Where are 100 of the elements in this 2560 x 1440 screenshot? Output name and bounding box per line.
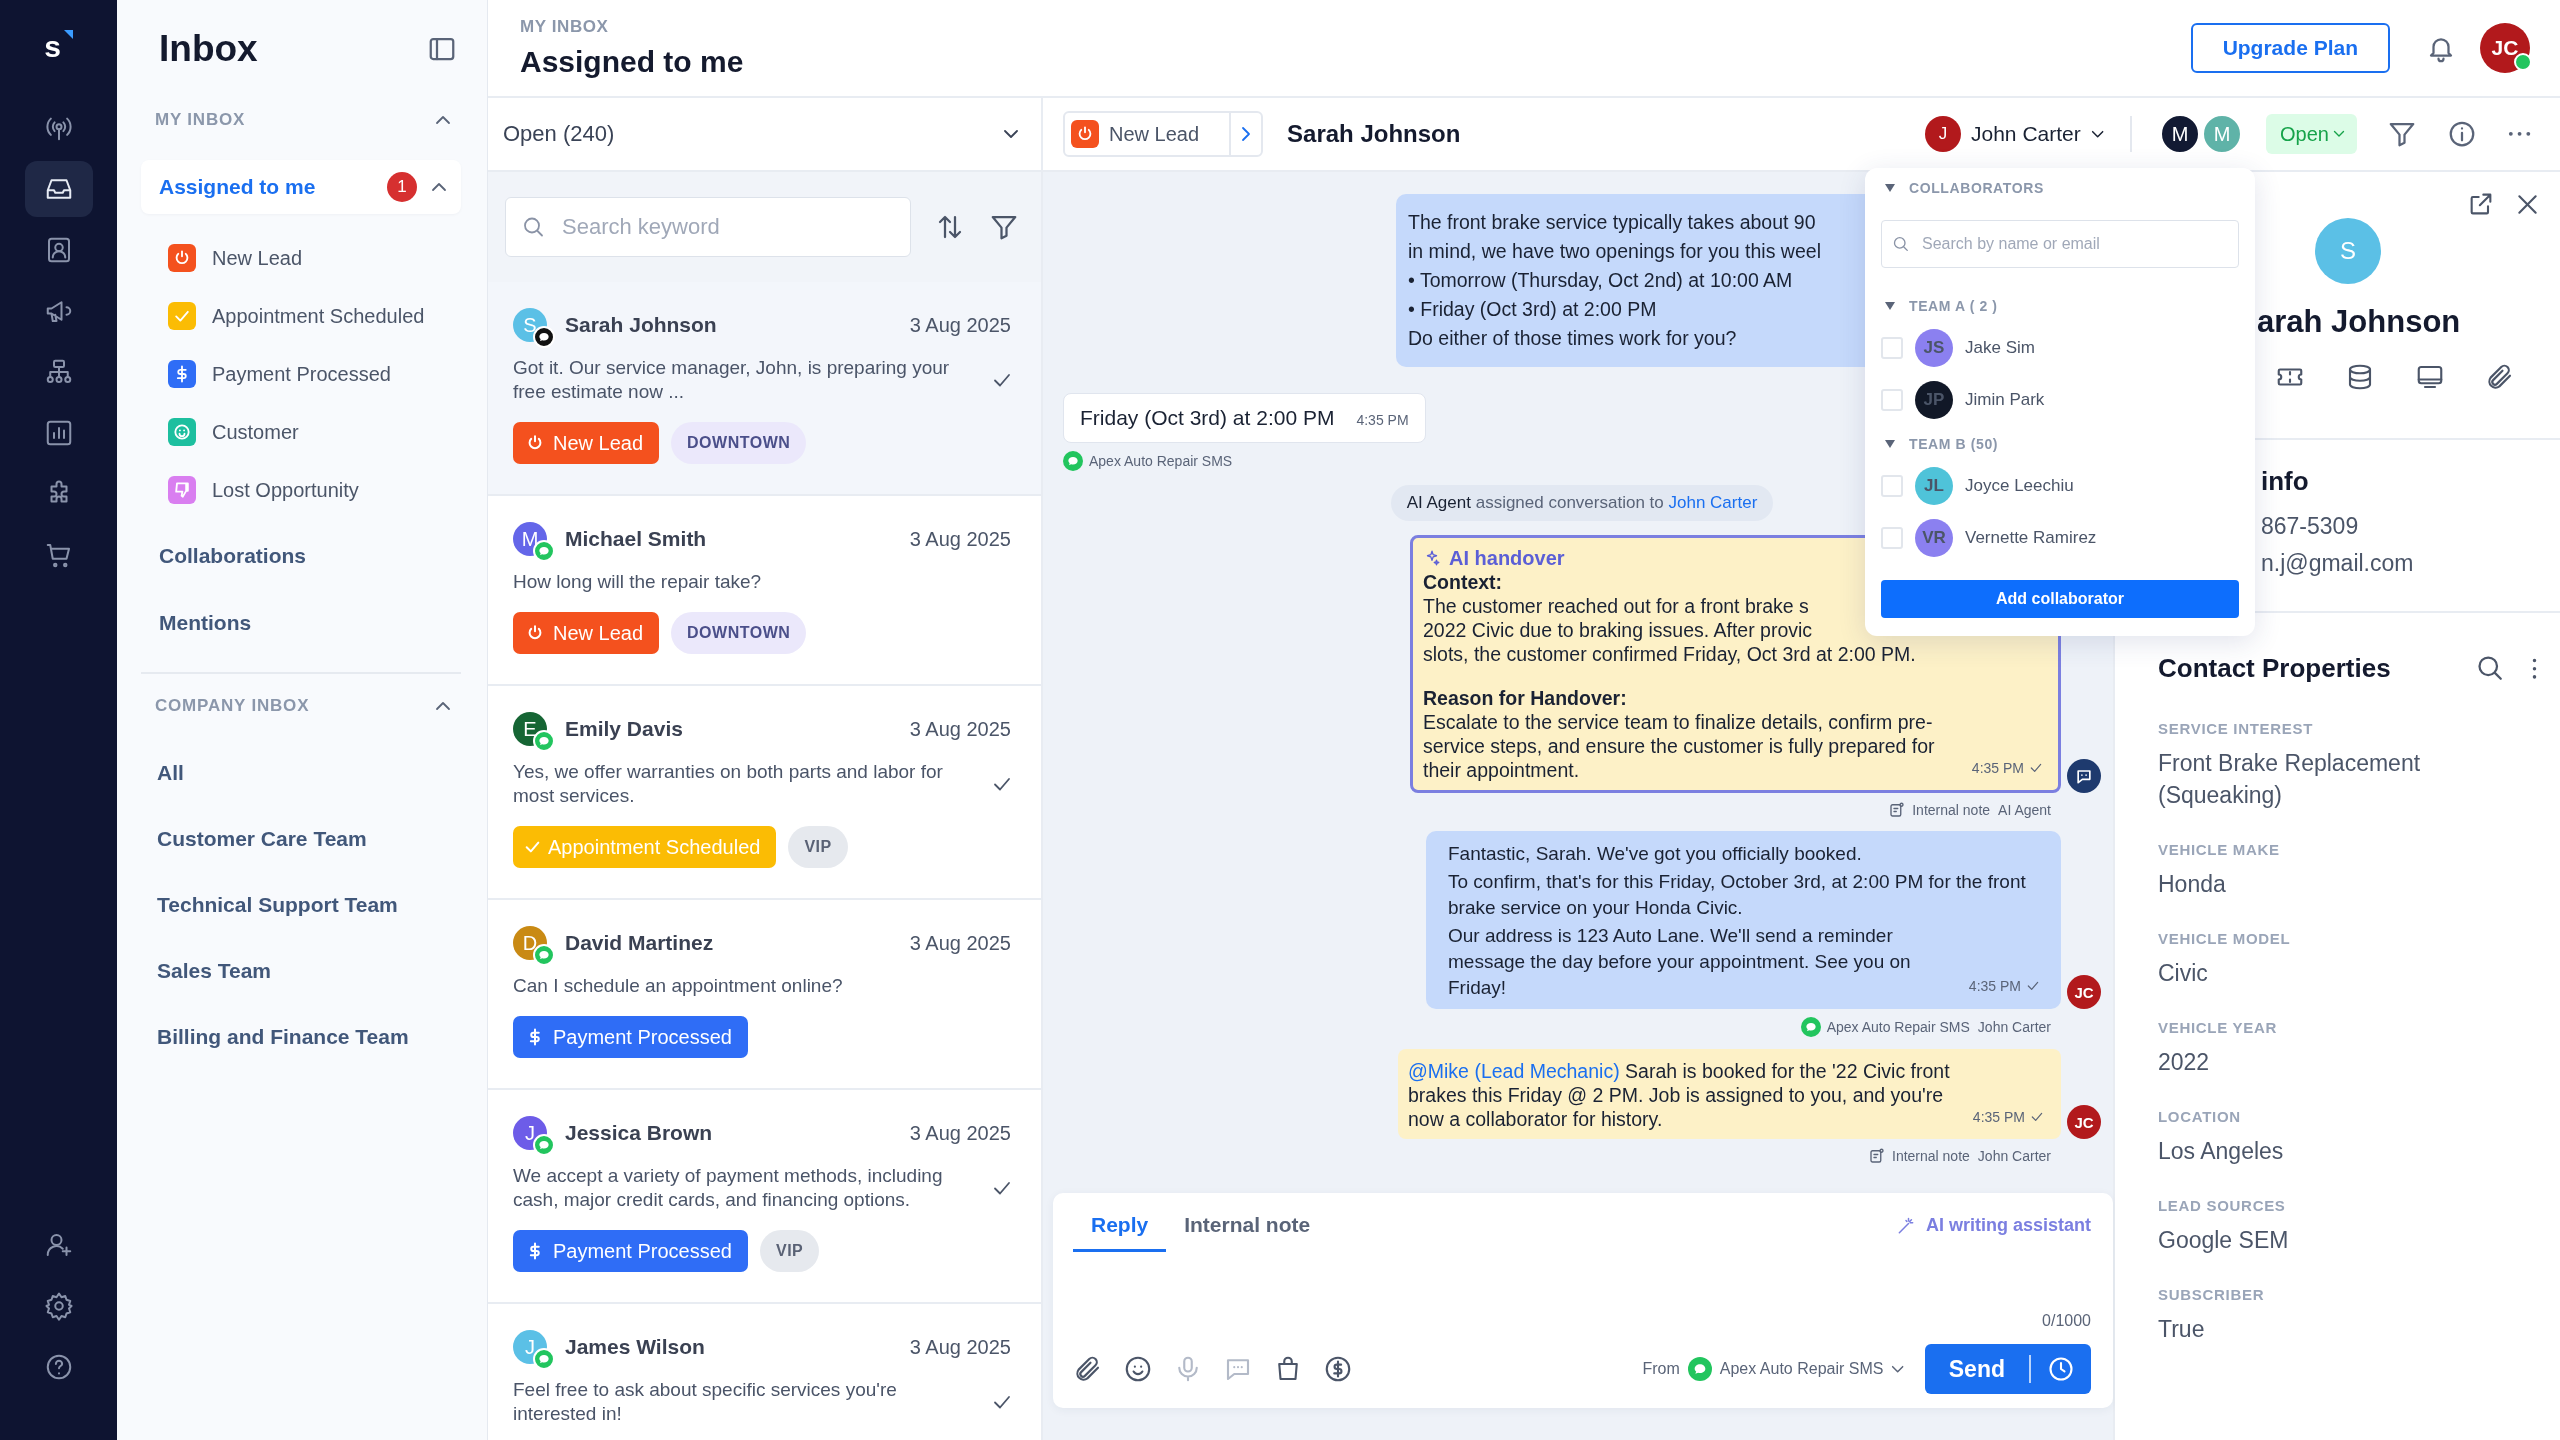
status-label: New Lead [513, 422, 660, 464]
search-icon [523, 216, 544, 238]
channel-icon [1063, 451, 1083, 471]
status-label: New Lead [513, 612, 660, 654]
message-text: Do either of those times work for you? [1408, 326, 1737, 351]
member-name: Jake Sim [1965, 338, 2035, 358]
conversation-item[interactable]: S Sarah Johnson 3 Aug 2025 Got it. Our service manager, John, is preparing your free estimate now ... New Lead DOWNTOWN [488, 282, 1041, 496]
inbox-button[interactable] [24, 161, 93, 217]
contact-name: Jessica Brown [565, 1121, 714, 1145]
conversation-date: 3 Aug 2025 [909, 931, 1011, 955]
user-avatar[interactable]: JC [2480, 23, 2530, 73]
send-button[interactable]: Send [1924, 1355, 2031, 1383]
avatar: VR [1915, 519, 1953, 557]
property-value: True [2158, 1315, 2206, 1344]
contact-name: arah Johnson [2257, 304, 2462, 340]
sidebar-item[interactable]: Billing and Finance Team [141, 1010, 461, 1064]
info-icon [2447, 119, 2477, 149]
avatar: JC [2067, 975, 2101, 1009]
sidebar-item[interactable]: Customer Care Team [141, 812, 461, 866]
message-preview: We accept a variety of payment methods, including cash, major credit cards, and financing options. [513, 1164, 944, 1212]
message-text: in mind, we have two openings for you this weel [1408, 239, 1821, 264]
tag: DOWNTOWN [671, 612, 807, 654]
property-value: Honda [2158, 870, 2227, 899]
character-counter: 0/1000 [2041, 1312, 2091, 1330]
label-filter[interactable]: Payment Processed [168, 345, 461, 403]
delivered-check-icon [2030, 763, 2042, 773]
sidebar-item[interactable]: Mentions [141, 596, 461, 650]
contact-name: James Wilson [565, 1335, 706, 1359]
avatar: JL [1915, 467, 1953, 505]
collapse-button[interactable] [435, 701, 451, 711]
channel-icon [1687, 1357, 1712, 1381]
message-preview: Got it. Our service manager, John, is preparing your free estimate now ... [513, 356, 951, 404]
property-value: Civic [2158, 959, 2209, 988]
message-text: To confirm, that's for this Friday, October 3rd, at 2:00 PM for the front brake service on your Honda Civic. [1448, 870, 2027, 920]
ai-assistant-button[interactable]: AI writing assistant [1895, 1215, 2091, 1236]
more-icon [2531, 656, 2538, 681]
message-text: Our address is 123 Auto Lane. We'll send a reminder message the day before your appointment. See you on Friday! [1448, 924, 1912, 1000]
property-value: Google SEM [2158, 1226, 2290, 1255]
message-preview: Can I schedule an appointment online? [513, 974, 844, 998]
check-icon [993, 1181, 1011, 1195]
note-text: @Mike (Lead Mechanic) Sarah is booked for the '22 Civic front brakes this Friday @ 2 PM. Job is assigned to you, and you're now a collaborator for history. [1408, 1059, 1951, 1131]
search-field[interactable]: Search keyword [505, 197, 911, 257]
conversation-date: 3 Aug 2025 [909, 1121, 1011, 1145]
author-name: John Carter [1977, 1148, 2051, 1164]
add-collaborator-button[interactable]: Add collaborator [1881, 580, 2239, 618]
section-heading: COMPANY INBOX [155, 696, 310, 716]
section-heading: MY INBOX [155, 110, 246, 130]
page-title: Assigned to me [520, 45, 745, 79]
composer-tab[interactable]: Reply [1073, 1199, 1167, 1252]
search-button[interactable] [2476, 655, 2503, 682]
label-filter[interactable]: Appointment Scheduled [168, 287, 461, 345]
property-label: SERVICE INTEREST [2158, 720, 2315, 737]
label-filter[interactable]: New Lead [168, 229, 461, 287]
more-button[interactable] [2531, 656, 2538, 681]
channel-dropdown[interactable]: Apex Auto Repair SMS [1687, 1357, 1905, 1381]
logo: s [44, 30, 73, 62]
member-name: Jimin Park [1965, 390, 2045, 410]
note-text: 2022 Civic due to braking issues. After provic [1423, 618, 1813, 642]
tag: VIP [788, 826, 848, 868]
composer-tab[interactable]: Internal note [1166, 1199, 1329, 1252]
menu-heading: COLLABORATORS [1909, 180, 2044, 196]
dollar-button[interactable] [1323, 1354, 1353, 1384]
collapse-button[interactable] [435, 115, 451, 125]
checkbox[interactable] [1881, 337, 1903, 359]
contact-name: Emily Davis [565, 717, 684, 741]
avatar: JS [1915, 329, 1953, 367]
property-label: SUBSCRIBER [2158, 1286, 2266, 1303]
assignee-link[interactable]: John Carter [1668, 493, 1758, 512]
smile-button[interactable] [1123, 1354, 1153, 1384]
property-value: 2022 [2158, 1048, 2211, 1077]
group-heading: TEAM B (50) [1909, 436, 1999, 452]
chevron-down-icon [2333, 130, 2345, 138]
breadcrumb: MY INBOX [520, 17, 610, 37]
contact-name: Sarah Johnson [1287, 120, 1462, 148]
status-label: Payment Processed [513, 1016, 748, 1058]
checkbox[interactable] [1881, 527, 1903, 549]
label-filter[interactable]: Lost Opportunity [168, 461, 461, 519]
check-icon [993, 1395, 1011, 1409]
upgrade-button[interactable]: Upgrade Plan [2190, 23, 2390, 73]
sidebar-item[interactable]: Technical Support Team [141, 878, 461, 932]
more-icon [2507, 130, 2532, 138]
author-name: John Carter [1977, 1019, 2051, 1035]
assignee-dropdown[interactable]: J John Carter [1925, 116, 2105, 152]
message-text: The front brake service typically takes about 90 [1408, 210, 1816, 235]
checkbox[interactable] [1881, 389, 1903, 411]
mention-link[interactable]: @Mike (Lead Mechanic) [1408, 1060, 1620, 1082]
label-filter[interactable]: Customer [168, 403, 461, 461]
collaborator-avatar[interactable]: M [2160, 114, 2201, 154]
sidebar-item[interactable]: Sales Team [141, 944, 461, 998]
property-value: Front Brake Replacement (Squeaking) [2158, 749, 2422, 810]
channel-name: Apex Auto Repair SMS [1826, 1019, 1970, 1035]
sidebar-item[interactable]: Collaborations [141, 529, 461, 583]
checkbox[interactable] [1881, 475, 1903, 497]
more-button[interactable] [2507, 130, 2532, 138]
sidebar-item[interactable]: Assigned to me 1 [141, 160, 461, 214]
search-field[interactable]: Search by name or email [1881, 220, 2239, 268]
sidebar-item[interactable]: All [141, 746, 461, 800]
property-label: VEHICLE MAKE [2158, 841, 2281, 858]
contact-name: Michael Smith [565, 527, 708, 551]
info-button[interactable] [2447, 119, 2477, 149]
